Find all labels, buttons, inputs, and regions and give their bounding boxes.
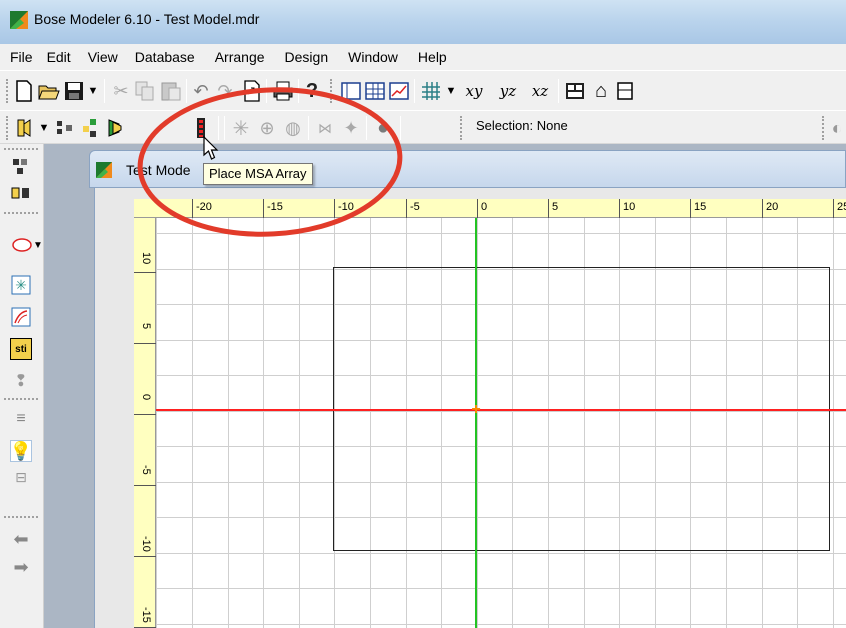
place-cluster-icon[interactable] <box>54 116 76 140</box>
tool-icon[interactable]: ◐ <box>828 116 846 140</box>
toolbar-grip[interactable] <box>4 148 38 150</box>
ruler-tick-label: -5 <box>140 465 152 475</box>
ruler-tick-line <box>134 414 156 415</box>
ruler-tick-label: 25 <box>833 199 846 218</box>
origin-marker[interactable]: + <box>468 402 484 418</box>
title-bar: Bose Modeler 6.10 - Test Model.mdr <box>0 0 846 44</box>
toolbar-grip[interactable] <box>4 212 38 214</box>
layers-icon[interactable]: ≡ <box>10 408 32 430</box>
ruler-tick-line <box>134 272 156 273</box>
menu-design[interactable]: Design <box>285 49 329 65</box>
menu-arrange[interactable]: Arrange <box>215 49 265 65</box>
place-toolbar: ▼ ✳ ⊕ ◍ ⋈ ✦ ● ◐ <box>0 110 846 144</box>
toolbar-grip[interactable] <box>6 116 9 140</box>
ruler-tick-label: 10 <box>140 252 152 265</box>
toolbar-grip[interactable] <box>4 516 38 518</box>
ruler-tick-label: 0 <box>477 199 487 218</box>
box-icon[interactable] <box>564 80 586 102</box>
grid-line-horizontal <box>156 553 846 554</box>
annotation-ellipse <box>137 87 403 237</box>
toolbar-grip[interactable] <box>4 398 38 400</box>
toolbar-grip[interactable] <box>822 116 825 140</box>
save-dropdown-icon[interactable]: ▼ <box>86 81 100 101</box>
left-toolbar: ▼ ✳ sti ❢ ≡ 💡 ⊟ ⬅ ➡ <box>0 144 44 628</box>
mouse-cursor-icon <box>203 136 219 160</box>
y-axis-line <box>475 218 477 628</box>
child-window-icon <box>96 162 112 178</box>
menu-window[interactable]: Window <box>348 49 398 65</box>
place-speaker-pair-icon[interactable] <box>10 182 32 204</box>
new-file-icon[interactable] <box>14 80 34 102</box>
grid-line-horizontal <box>156 624 846 625</box>
ruler-tick-label: -15 <box>140 607 152 623</box>
view-xz-icon[interactable]: xz <box>526 80 554 102</box>
toolbar-grip[interactable] <box>460 116 463 140</box>
toolbar-separator <box>558 79 559 103</box>
lightbulb-icon[interactable]: 💡 <box>10 440 32 462</box>
toolbar-separator <box>104 79 105 103</box>
house-icon[interactable]: ⌂ <box>590 79 612 103</box>
arrow-left-icon[interactable]: ⬅ <box>10 528 32 550</box>
menu-edit[interactable]: Edit <box>47 49 71 65</box>
place-array-icon[interactable] <box>104 116 126 140</box>
arrow-right-icon[interactable]: ➡ <box>10 556 32 578</box>
menu-file[interactable]: File <box>10 49 33 65</box>
menu-bar: File Edit View Database Arrange Design W… <box>0 44 846 70</box>
selection-status: Selection: None <box>476 118 568 133</box>
grid-line-vertical <box>263 218 264 628</box>
grid-line-vertical <box>299 218 300 628</box>
menu-view[interactable]: View <box>88 49 118 65</box>
ruler-tick-label: 15 <box>690 199 706 218</box>
panel-icon[interactable]: ⊟ <box>10 466 32 488</box>
toolbar-separator <box>414 79 415 103</box>
ear-icon[interactable]: ❢ <box>10 370 32 392</box>
sti-icon[interactable]: sti <box>10 338 32 360</box>
grid-line-horizontal <box>156 588 846 589</box>
ellipse-shape-icon[interactable] <box>10 234 34 256</box>
svg-text:✳: ✳ <box>15 277 27 293</box>
save-icon[interactable] <box>64 80 84 102</box>
grid-line-vertical <box>228 218 229 628</box>
grid-line-vertical <box>833 218 834 628</box>
layout-icon[interactable] <box>616 80 638 102</box>
view-xy-icon[interactable]: xy <box>460 80 488 102</box>
ruler-tick-label: -5 <box>406 199 420 218</box>
menu-help[interactable]: Help <box>418 49 447 65</box>
x-axis-line <box>156 409 846 411</box>
ruler-tick-line <box>134 485 156 486</box>
grid-line-vertical <box>156 218 157 628</box>
grid-line-vertical <box>192 218 193 628</box>
ruler-tick-label: 10 <box>619 199 635 218</box>
ruler-tick-line <box>134 556 156 557</box>
open-folder-icon[interactable] <box>38 80 60 102</box>
toolbar-grip[interactable] <box>6 79 9 103</box>
listener-grid-icon[interactable]: ✳ <box>10 274 32 296</box>
ruler-tick-label: -10 <box>140 536 152 552</box>
place-group-icon[interactable] <box>80 116 102 140</box>
ruler-tick-line <box>134 343 156 344</box>
main-toolbar: ▼ ✂ ↶ ↷ ? ▼ xy yz xz ⌂ <box>0 70 846 110</box>
ruler-tick-label: 5 <box>548 199 558 218</box>
vertical-ruler <box>134 218 156 628</box>
place-loudspeaker-icon[interactable] <box>14 116 36 140</box>
grid-dropdown-icon[interactable]: ▼ <box>444 81 458 101</box>
cut-icon[interactable]: ✂ <box>110 80 132 102</box>
view-yz-icon[interactable]: yz <box>494 80 522 102</box>
ruler-tick-label: 20 <box>762 199 778 218</box>
ruler-tick-label: 0 <box>140 394 152 401</box>
place-surface-icon[interactable] <box>10 156 32 178</box>
shape-dropdown-icon[interactable]: ▼ <box>32 234 44 256</box>
grid-icon[interactable] <box>420 80 442 102</box>
tooltip: Place MSA Array <box>203 163 313 185</box>
window-title: Bose Modeler 6.10 - Test Model.mdr <box>34 11 260 27</box>
ruler-tick-label: 5 <box>140 323 152 330</box>
app-logo-icon <box>10 11 28 29</box>
loudspeaker-dropdown-icon[interactable]: ▼ <box>38 117 50 139</box>
menu-database[interactable]: Database <box>135 49 195 65</box>
ray-trace-icon[interactable] <box>10 306 32 328</box>
